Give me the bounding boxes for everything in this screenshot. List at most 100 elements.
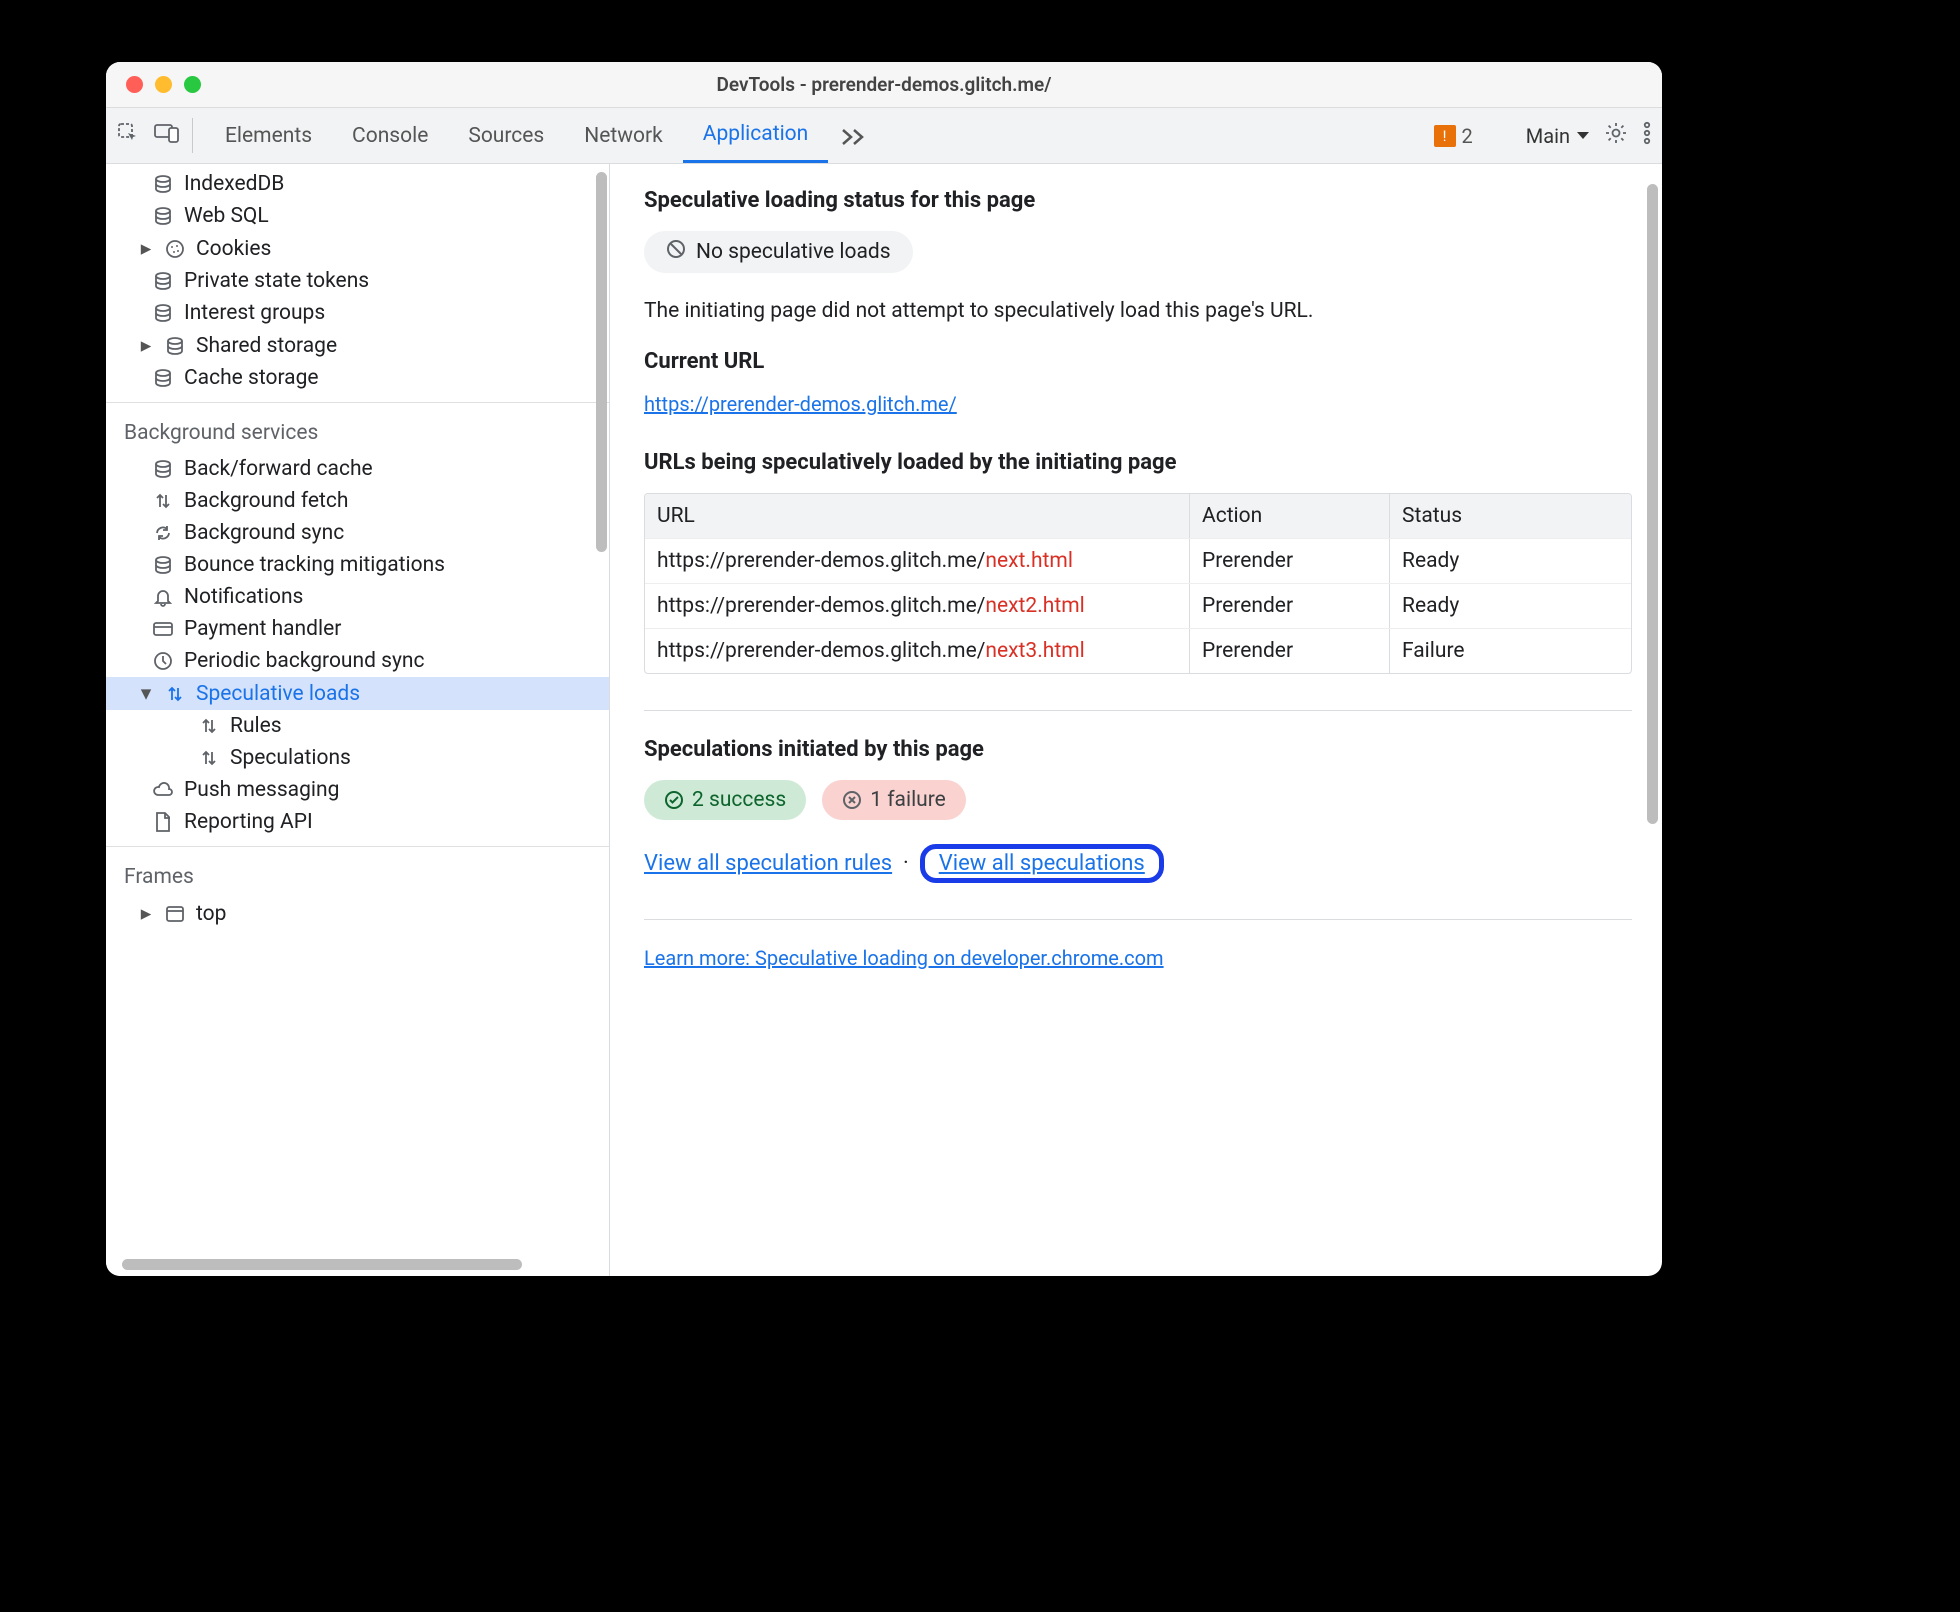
- cell-url: https://prerender-demos.glitch.me/next3.…: [645, 629, 1190, 673]
- sidebar-item-cache-storage[interactable]: Cache storage: [106, 362, 609, 394]
- status-description: The initiating page did not attempt to s…: [644, 299, 1632, 323]
- panel-vertical-scrollbar[interactable]: [1647, 184, 1658, 824]
- zoom-icon[interactable]: [184, 76, 201, 93]
- sidebar-item-background-fetch[interactable]: Background fetch: [106, 485, 609, 517]
- current-url-heading: Current URL: [644, 349, 1632, 374]
- col-status[interactable]: Status: [1390, 494, 1631, 538]
- divider: [644, 710, 1632, 711]
- warnings-count: 2: [1462, 124, 1473, 148]
- database-icon: [152, 270, 174, 292]
- highlight-ring: View all speculations: [920, 844, 1164, 883]
- sidebar-item-payment-handler[interactable]: Payment handler: [106, 613, 609, 645]
- sidebar-item-private-state-tokens[interactable]: Private state tokens: [106, 265, 609, 297]
- panel-tabs: Elements Console Sources Network Applica…: [205, 108, 828, 163]
- tab-application[interactable]: Application: [683, 108, 828, 163]
- sidebar-item-push-messaging[interactable]: Push messaging: [106, 774, 609, 806]
- arrows-updown-icon: [198, 715, 220, 737]
- cell-status: Ready: [1390, 584, 1631, 628]
- spec-links: View all speculation rules · View all sp…: [644, 844, 1632, 883]
- sidebar-item-bounce-tracking[interactable]: Bounce tracking mitigations: [106, 549, 609, 581]
- gear-icon[interactable]: [1604, 121, 1628, 150]
- card-icon: [152, 618, 174, 640]
- content-area: IndexedDB Web SQL ▸Cookies Private state…: [106, 164, 1662, 1276]
- sidebar-item-frame-top[interactable]: ▸top: [106, 897, 609, 930]
- sidebar-vertical-scrollbar[interactable]: [596, 172, 607, 552]
- sync-icon: [152, 522, 174, 544]
- sidebar-item-interest-groups[interactable]: Interest groups: [106, 297, 609, 329]
- tab-console[interactable]: Console: [332, 108, 448, 163]
- cell-action: Prerender: [1190, 539, 1390, 583]
- warnings-indicator[interactable]: ! 2: [1434, 124, 1473, 148]
- sidebar-item-background-sync[interactable]: Background sync: [106, 517, 609, 549]
- window-icon: [164, 903, 186, 925]
- warning-icon: !: [1434, 125, 1456, 147]
- sidebar-item-bfcache[interactable]: Back/forward cache: [106, 453, 609, 485]
- cell-status: Failure: [1390, 629, 1631, 673]
- sidebar-item-cookies[interactable]: ▸Cookies: [106, 232, 609, 265]
- cell-url: https://prerender-demos.glitch.me/next.h…: [645, 539, 1190, 583]
- col-url[interactable]: URL: [645, 494, 1190, 538]
- learn-more-link[interactable]: Learn more: Speculative loading on devel…: [644, 946, 1164, 970]
- cell-action: Prerender: [1190, 629, 1390, 673]
- tab-sources[interactable]: Sources: [448, 108, 564, 163]
- cookie-icon: [164, 238, 186, 260]
- cell-status: Ready: [1390, 539, 1631, 583]
- file-icon: [152, 811, 174, 833]
- database-icon: [152, 205, 174, 227]
- divider: [644, 919, 1632, 920]
- database-icon: [152, 554, 174, 576]
- table-row[interactable]: https://prerender-demos.glitch.me/next2.…: [645, 583, 1631, 628]
- database-icon: [152, 173, 174, 195]
- more-tabs-button[interactable]: [828, 108, 878, 163]
- tab-elements[interactable]: Elements: [205, 108, 332, 163]
- col-action[interactable]: Action: [1190, 494, 1390, 538]
- sidebar-item-reporting-api[interactable]: Reporting API: [106, 806, 609, 838]
- sidebar-item-rules[interactable]: Rules: [106, 710, 609, 742]
- sidebar-item-speculative-loads[interactable]: ▾Speculative loads: [106, 677, 609, 710]
- sidebar-item-websql[interactable]: Web SQL: [106, 200, 609, 232]
- devtools-tabbar: Elements Console Sources Network Applica…: [106, 108, 1662, 164]
- sidebar-horizontal-scrollbar[interactable]: [122, 1259, 522, 1270]
- view-all-rules-link[interactable]: View all speculation rules: [644, 851, 892, 876]
- sidebar-item-periodic-sync[interactable]: Periodic background sync: [106, 645, 609, 677]
- application-sidebar: IndexedDB Web SQL ▸Cookies Private state…: [106, 164, 610, 1276]
- expand-arrow-icon: ▸: [138, 901, 154, 926]
- tab-network[interactable]: Network: [564, 108, 683, 163]
- minimize-icon[interactable]: [155, 76, 172, 93]
- sidebar-item-shared-storage[interactable]: ▸Shared storage: [106, 329, 609, 362]
- device-mode-icon[interactable]: [154, 122, 180, 149]
- speculative-urls-table: URL Action Status https://prerender-demo…: [644, 493, 1632, 674]
- table-row[interactable]: https://prerender-demos.glitch.me/next3.…: [645, 628, 1631, 673]
- close-icon[interactable]: [126, 76, 143, 93]
- sidebar-item-indexeddb[interactable]: IndexedDB: [106, 168, 609, 200]
- devtools-window: DevTools - prerender-demos.glitch.me/ El…: [106, 62, 1662, 1276]
- sidebar-section-frames: Frames: [106, 847, 609, 897]
- arrows-updown-icon: [198, 747, 220, 769]
- frame-selector[interactable]: Main: [1526, 124, 1590, 148]
- cell-url: https://prerender-demos.glitch.me/next2.…: [645, 584, 1190, 628]
- status-heading: Speculative loading status for this page: [644, 188, 1632, 213]
- spec-summary: 2 success 1 failure: [644, 780, 1632, 820]
- success-badge: 2 success: [644, 780, 806, 820]
- titlebar: DevTools - prerender-demos.glitch.me/: [106, 62, 1662, 108]
- cell-action: Prerender: [1190, 584, 1390, 628]
- window-title: DevTools - prerender-demos.glitch.me/: [717, 73, 1052, 96]
- kebab-icon[interactable]: [1642, 121, 1652, 150]
- sidebar-item-notifications[interactable]: Notifications: [106, 581, 609, 613]
- bell-icon: [152, 586, 174, 608]
- current-url-link[interactable]: https://prerender-demos.glitch.me/: [644, 392, 957, 416]
- clock-icon: [152, 650, 174, 672]
- inspect-icon[interactable]: [116, 121, 140, 150]
- view-all-speculations-link[interactable]: View all speculations: [939, 851, 1145, 876]
- status-pill: No speculative loads: [644, 231, 913, 273]
- speculations-heading: Speculations initiated by this page: [644, 737, 1632, 762]
- database-icon: [152, 458, 174, 480]
- table-header: URL Action Status: [645, 494, 1631, 538]
- cloud-icon: [152, 779, 174, 801]
- table-row[interactable]: https://prerender-demos.glitch.me/next.h…: [645, 538, 1631, 583]
- arrows-updown-icon: [164, 683, 186, 705]
- collapse-arrow-icon: ▾: [138, 681, 154, 706]
- sidebar-section-background-services: Background services: [106, 403, 609, 453]
- database-icon: [152, 367, 174, 389]
- sidebar-item-speculations[interactable]: Speculations: [106, 742, 609, 774]
